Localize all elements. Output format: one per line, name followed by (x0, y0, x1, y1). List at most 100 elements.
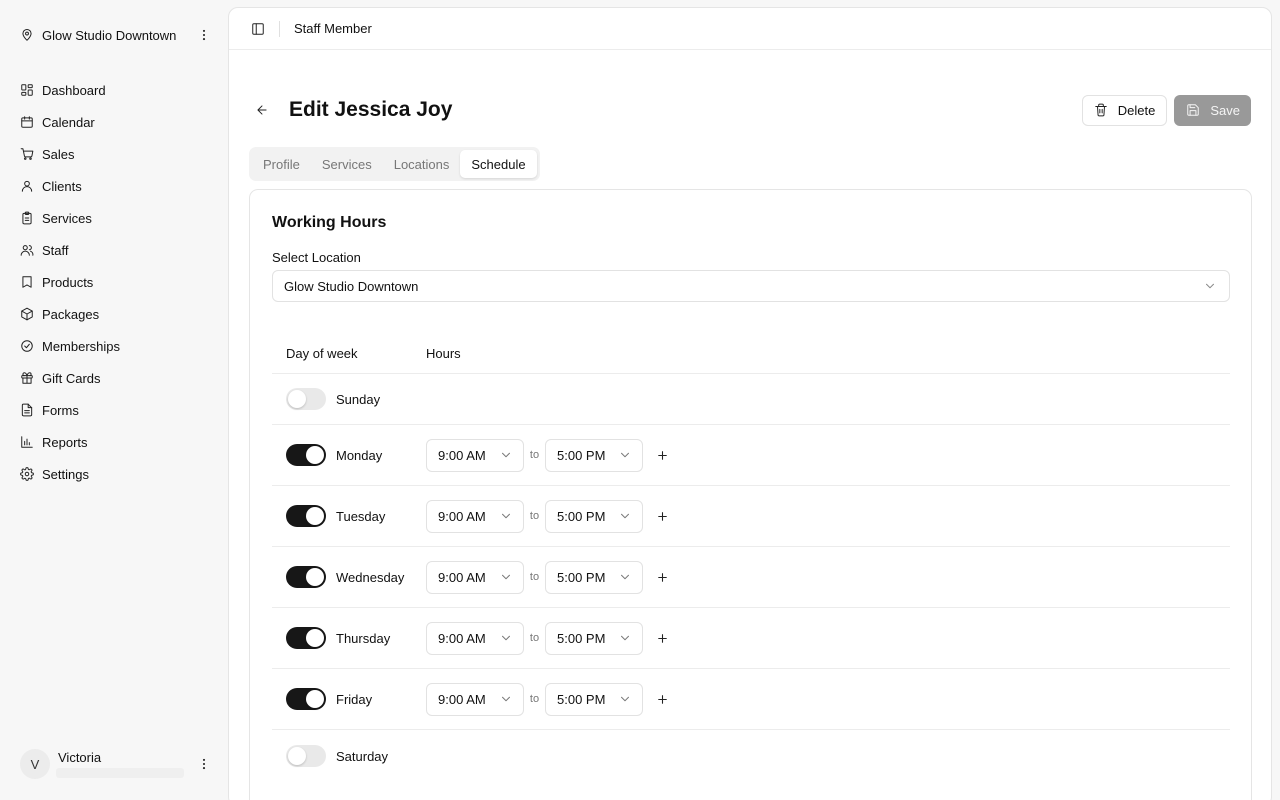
sidebar-item-label: Reports (42, 434, 88, 450)
sidebar-item-staff[interactable]: Staff (20, 234, 212, 266)
gear-icon (20, 467, 34, 481)
sidebar-item-label: Packages (42, 306, 100, 322)
end-time-select[interactable]: 5:00 PM (545, 438, 643, 472)
sidebar-item-clients[interactable]: Clients (20, 170, 212, 202)
sidebar: Glow Studio Downtown Dashboard Calendar … (0, 0, 228, 800)
start-time-select[interactable]: 9:00 AM (426, 499, 524, 533)
chevron-down-icon (499, 448, 513, 462)
day-toggle-thursday[interactable] (286, 627, 326, 649)
day-toggle-friday[interactable] (286, 688, 326, 710)
day-toggle-monday[interactable] (286, 444, 326, 466)
avatar: V (20, 749, 50, 779)
sidebar-item-calendar[interactable]: Calendar (20, 106, 212, 138)
sidebar-item-label: Clients (42, 178, 82, 194)
add-hours-icon[interactable] (655, 570, 669, 584)
sidebar-item-services[interactable]: Services (20, 202, 212, 234)
sidebar-nav: Dashboard Calendar Sales Clients Service… (20, 74, 212, 490)
end-time-select[interactable]: 5:00 PM (545, 621, 643, 655)
location-name: Glow Studio Downtown (42, 27, 177, 43)
sidebar-item-packages[interactable]: Packages (20, 298, 212, 330)
toggle-knob (288, 747, 306, 765)
start-time-value: 9:00 AM (438, 569, 486, 585)
start-time-value: 9:00 AM (438, 691, 486, 707)
add-hours-icon[interactable] (655, 509, 669, 523)
chevron-down-icon (618, 448, 632, 462)
toggle-knob (288, 390, 306, 408)
start-time-value: 9:00 AM (438, 447, 486, 463)
chevron-down-icon (618, 631, 632, 645)
end-time-select[interactable]: 5:00 PM (545, 682, 643, 716)
save-button[interactable]: Save (1174, 94, 1251, 126)
users-icon (20, 243, 34, 257)
sidebar-item-label: Dashboard (42, 82, 106, 98)
toggle-knob (306, 568, 324, 586)
sidebar-item-forms[interactable]: Forms (20, 394, 212, 426)
page-header: Edit Jessica Joy Delete Save (255, 94, 1251, 126)
day-toggle-saturday[interactable] (286, 745, 326, 767)
tab-schedule[interactable]: Schedule (460, 150, 537, 178)
hours-cell: 9:00 AM to 5:00 PM (426, 682, 669, 716)
day-toggle-wednesday[interactable] (286, 566, 326, 588)
start-time-select[interactable]: 9:00 AM (426, 438, 524, 472)
dashboard-icon (20, 83, 34, 97)
user-menu[interactable]: V Victoria (20, 746, 212, 782)
column-hours: Hours (426, 346, 461, 361)
location-select[interactable]: Glow Studio Downtown (272, 270, 1230, 302)
delete-button[interactable]: Delete (1081, 94, 1168, 126)
back-arrow-icon[interactable] (255, 103, 269, 117)
table-header: Day of week Hours (272, 334, 1230, 374)
tab-locations[interactable]: Locations (383, 150, 461, 178)
day-name: Tuesday (336, 508, 386, 524)
start-time-select[interactable]: 9:00 AM (426, 682, 524, 716)
tab-services[interactable]: Services (311, 150, 383, 178)
user-menu-icon[interactable] (196, 756, 212, 772)
column-day: Day of week (286, 346, 358, 361)
end-time-select[interactable]: 5:00 PM (545, 560, 643, 594)
to-label: to (529, 632, 540, 644)
location-switcher[interactable]: Glow Studio Downtown (20, 24, 212, 46)
badge-check-icon (20, 339, 34, 353)
toggle-knob (306, 690, 324, 708)
start-time-select[interactable]: 9:00 AM (426, 621, 524, 655)
add-hours-icon[interactable] (655, 448, 669, 462)
end-time-value: 5:00 PM (557, 447, 606, 463)
day-cell: Thursday (272, 627, 426, 649)
sidebar-item-memberships[interactable]: Memberships (20, 330, 212, 362)
day-name: Monday (336, 447, 383, 463)
to-label: to (529, 510, 540, 522)
table-row: Saturday (272, 730, 1230, 782)
hours-cell: 9:00 AM to 5:00 PM (426, 621, 669, 655)
to-label: to (529, 571, 540, 583)
card-title: Working Hours (272, 214, 387, 231)
day-name: Friday (336, 691, 373, 707)
toggle-knob (306, 507, 324, 525)
hours-cell: 9:00 AM to 5:00 PM (426, 499, 669, 533)
add-hours-icon[interactable] (655, 631, 669, 645)
day-toggle-tuesday[interactable] (286, 505, 326, 527)
sidebar-item-products[interactable]: Products (20, 266, 212, 298)
location-menu-icon[interactable] (196, 27, 212, 43)
sidebar-item-sales[interactable]: Sales (20, 138, 212, 170)
day-cell: Sunday (272, 388, 426, 410)
sidebar-item-gift-cards[interactable]: Gift Cards (20, 362, 212, 394)
sidebar-item-label: Sales (42, 146, 75, 162)
tab-profile[interactable]: Profile (252, 150, 311, 178)
day-name: Thursday (336, 630, 391, 646)
sidebar-item-settings[interactable]: Settings (20, 458, 212, 490)
to-label: to (529, 693, 540, 705)
schedule-table: Day of week Hours Sunday Monday 9:00 AM … (272, 334, 1230, 782)
sidebar-item-dashboard[interactable]: Dashboard (20, 74, 212, 106)
user-name: Victoria (58, 750, 102, 765)
sidebar-item-reports[interactable]: Reports (20, 426, 212, 458)
start-time-select[interactable]: 9:00 AM (426, 560, 524, 594)
end-time-select[interactable]: 5:00 PM (545, 499, 643, 533)
start-time-value: 9:00 AM (438, 630, 486, 646)
day-toggle-sunday[interactable] (286, 388, 326, 410)
toggle-knob (306, 446, 324, 464)
day-cell: Wednesday (272, 566, 426, 588)
file-text-icon (20, 403, 34, 417)
add-hours-icon[interactable] (655, 692, 669, 706)
sidebar-toggle-icon[interactable] (251, 22, 265, 36)
sidebar-item-label: Settings (42, 466, 89, 482)
chevron-down-icon (499, 509, 513, 523)
